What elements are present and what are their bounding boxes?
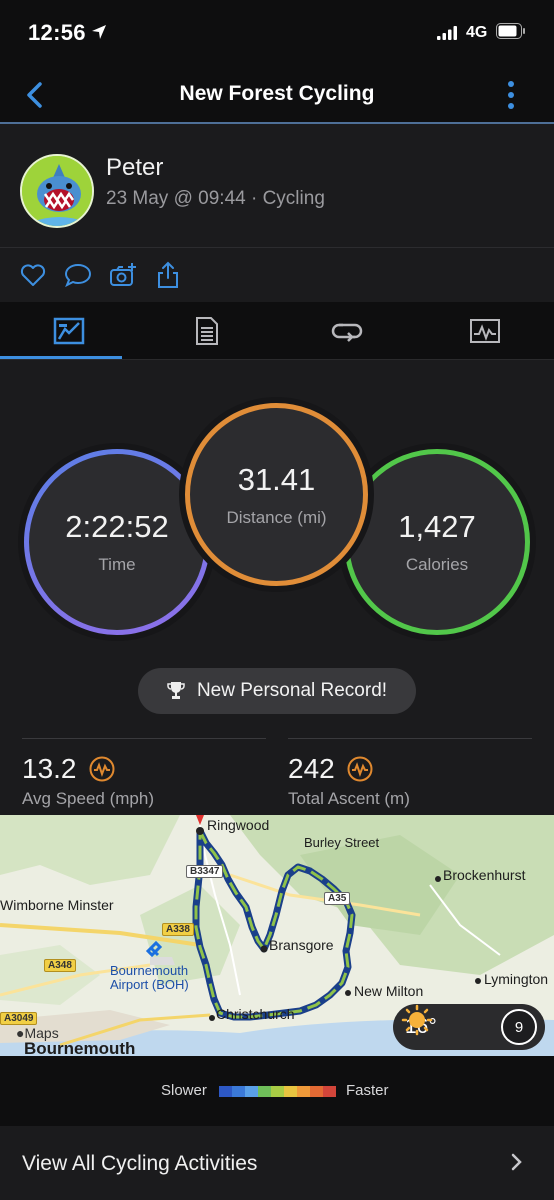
network-type: 4G [466,24,488,41]
summary-chart-icon [53,317,85,345]
map-label-bransgore: Bransgore [269,937,334,953]
stats-panel: 2:22:52 Time 1,427 Calories 31.41 Distan… [0,360,554,815]
legend-color-segment [297,1086,310,1097]
legend-color-segment [284,1086,297,1097]
like-heart-icon[interactable] [18,260,48,290]
legend-color-segment [219,1086,232,1097]
road-a348: A348 [44,959,76,972]
charts-waveform-icon [470,319,500,343]
performance-graph-icon[interactable] [89,756,115,782]
weather-badge: 16° 9 [393,1004,545,1050]
nav-bar: New Forest Cycling [0,66,554,124]
time-ring: 2:22:52 Time [24,449,210,635]
total-ascent-value: 242 [288,753,335,784]
comment-icon[interactable] [63,260,93,290]
page-title: New Forest Cycling [179,82,375,105]
calories-label: Calories [405,555,469,574]
battery-icon [496,23,525,39]
road-a3049: A3049 [0,1012,38,1025]
calories-ring: 1,427 Calories [344,449,530,635]
share-icon[interactable] [153,260,183,290]
map-label-brockenhurst: Brockenhurst [443,867,526,883]
map-label-bournemouth: Bournemouth [24,1039,136,1056]
calories-value: 1,427 [398,509,476,544]
maps-attribution-text: Maps [24,1025,59,1041]
status-time: 12:56 [28,20,86,45]
legend-color-segment [245,1086,258,1097]
social-actions [0,248,554,302]
legend-color-segment [323,1086,336,1097]
distance-ring: 31.41 Distance (mi) [185,403,368,586]
legend-color-segment [232,1086,245,1097]
map-label-new-milton: New Milton [354,983,424,999]
route-map[interactable]: Ringwood Burley Street Brockenhurst Wimb… [0,815,554,1056]
road-b3347: B3347 [186,865,224,878]
activity-tabs [0,302,554,360]
laps-loop-icon [331,323,363,342]
map-label-ringwood: Ringwood [207,817,270,833]
distance-label: Distance (mi) [226,507,327,527]
legend-color-segment [310,1086,323,1097]
road-a35: A35 [324,892,351,905]
signal-icon [437,26,457,40]
time-value: 2:22:52 [65,509,169,544]
map-label-lymington: Lymington [484,971,549,987]
location-arrow-icon [92,25,106,39]
maps-attribution[interactable]: ●Maps [16,1025,59,1041]
tab-laps[interactable] [278,302,416,360]
distance-value: 31.41 [237,461,316,497]
view-all-activities-row[interactable]: View All Cycling Activities [0,1126,554,1200]
legend-color-segment [271,1086,284,1097]
trophy-icon [167,682,185,699]
speed-color-scale [219,1086,336,1097]
sun-icon [401,1004,433,1036]
shark-avatar-icon [22,156,92,226]
status-bar: 12:56 4G [0,0,554,66]
performance-graph-icon[interactable] [347,756,373,782]
activity-meta: 23 May @ 09:44 · Cycling [106,188,325,209]
add-photo-icon[interactable] [108,260,138,290]
activity-header: Peter 23 May @ 09:44 · Cycling [0,124,554,248]
more-options-icon[interactable] [500,78,522,112]
legend-slower: Slower [161,1082,207,1099]
legend-color-segment [258,1086,271,1097]
tab-charts[interactable] [416,302,554,360]
avg-speed-value: 13.2 [22,753,77,784]
personal-record-text: New Personal Record! [196,680,388,701]
avg-speed-metric: 13.2 Avg Speed (mph) [22,738,266,809]
air-quality-index: 9 [501,1009,537,1045]
chevron-right-icon [511,1153,522,1171]
details-document-icon [196,317,218,345]
athlete-name[interactable]: Peter [106,154,163,182]
map-label-wimborne: Wimborne Minster [0,897,114,913]
view-all-label: View All Cycling Activities [22,1152,258,1175]
personal-record-badge[interactable]: New Personal Record! [138,668,416,714]
map-label-airport: Bournemouth Airport (BOH) [110,963,189,992]
avatar[interactable] [20,154,94,228]
tab-details[interactable] [138,302,276,360]
avg-speed-unit: Avg Speed (mph) [22,789,154,808]
time-label: Time [98,555,136,574]
road-a338: A338 [162,923,194,936]
legend-faster: Faster [346,1082,389,1099]
total-ascent-metric: 242 Total Ascent (m) [288,738,532,809]
map-label-burley: Burley Street [304,835,380,850]
speed-legend: Slower Faster [0,1056,554,1126]
map-label-christchurch: Christchurch [216,1006,295,1022]
total-ascent-unit: Total Ascent (m) [288,789,410,808]
tab-summary[interactable] [0,302,138,360]
active-tab-indicator [0,356,122,359]
